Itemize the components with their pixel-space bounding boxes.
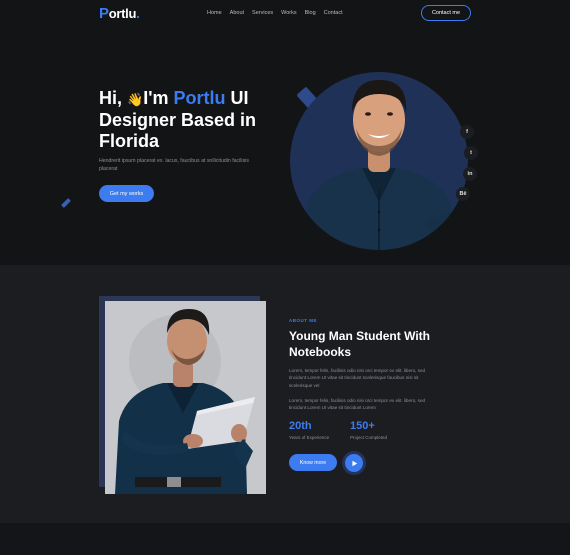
nav-link-blog[interactable]: Blog [305,10,316,16]
stat-projects-value: 150+ [350,420,375,432]
contact-me-button[interactable]: Contact me [421,5,471,21]
nav-link-contact[interactable]: Contact [324,10,343,16]
hero-title: Hi, 👋I'm Portlu UI Designer Based in Flo… [99,88,269,152]
twitter-icon[interactable]: t [464,146,478,160]
logo-dot: . [136,6,140,21]
hero-description: Hendrerit ipsum placerat ex. lacus, fauc… [99,158,249,172]
play-video-button[interactable] [345,454,363,472]
about-section: ABOUT ME Young Man Student With Notebook… [0,265,570,523]
about-paragraph-2: Lorem, tempor felis, facilisis odio nisi… [289,398,426,411]
linkedin-icon[interactable]: in [463,167,477,181]
nav-link-services[interactable]: Services [252,10,273,16]
logo-initial: P [99,5,109,22]
hero-title-line3: Florida [99,131,160,151]
hero-title-line2: Designer Based in [99,110,257,130]
about-photo [105,301,266,494]
stat-projects-label: Project Completed [350,435,388,440]
hero-section: Hi, 👋I'm Portlu UI Designer Based in Flo… [0,26,570,265]
logo-text: ortlu [108,6,137,21]
hero-name: Portlu [173,88,226,108]
stat-experience-value: 20th [289,420,312,432]
about-label: ABOUT ME [289,318,317,323]
know-more-button[interactable]: Know more [289,454,337,471]
student-illustration [105,301,266,494]
facebook-icon[interactable]: f [460,125,474,139]
portrait-illustration [300,80,458,250]
play-icon [351,460,357,466]
about-title: Young Man Student With Notebooks [289,329,430,359]
logo[interactable]: Portlu. [99,5,140,22]
hero-im: I'm [143,88,169,108]
hero-title-ui: UI [230,88,249,108]
stat-experience-label: Years of Experience [289,435,330,440]
hero-portrait [290,72,468,250]
wave-icon: 👋 [127,92,144,107]
decorative-shape [61,198,71,208]
behance-icon[interactable]: Bē [456,187,470,201]
nav-links: Home About Services Works Blog Contact [207,10,343,16]
top-navigation: Portlu. Home About Services Works Blog C… [0,0,570,26]
hero-greeting: Hi, [99,88,123,108]
about-paragraph-1: Lorem, tempor felis, facilisis odio nisi… [289,368,426,388]
nav-link-home[interactable]: Home [207,10,222,16]
get-my-works-button[interactable]: Get my works [99,185,154,202]
next-section [0,523,570,555]
nav-link-about[interactable]: About [230,10,244,16]
nav-link-works[interactable]: Works [281,10,296,16]
